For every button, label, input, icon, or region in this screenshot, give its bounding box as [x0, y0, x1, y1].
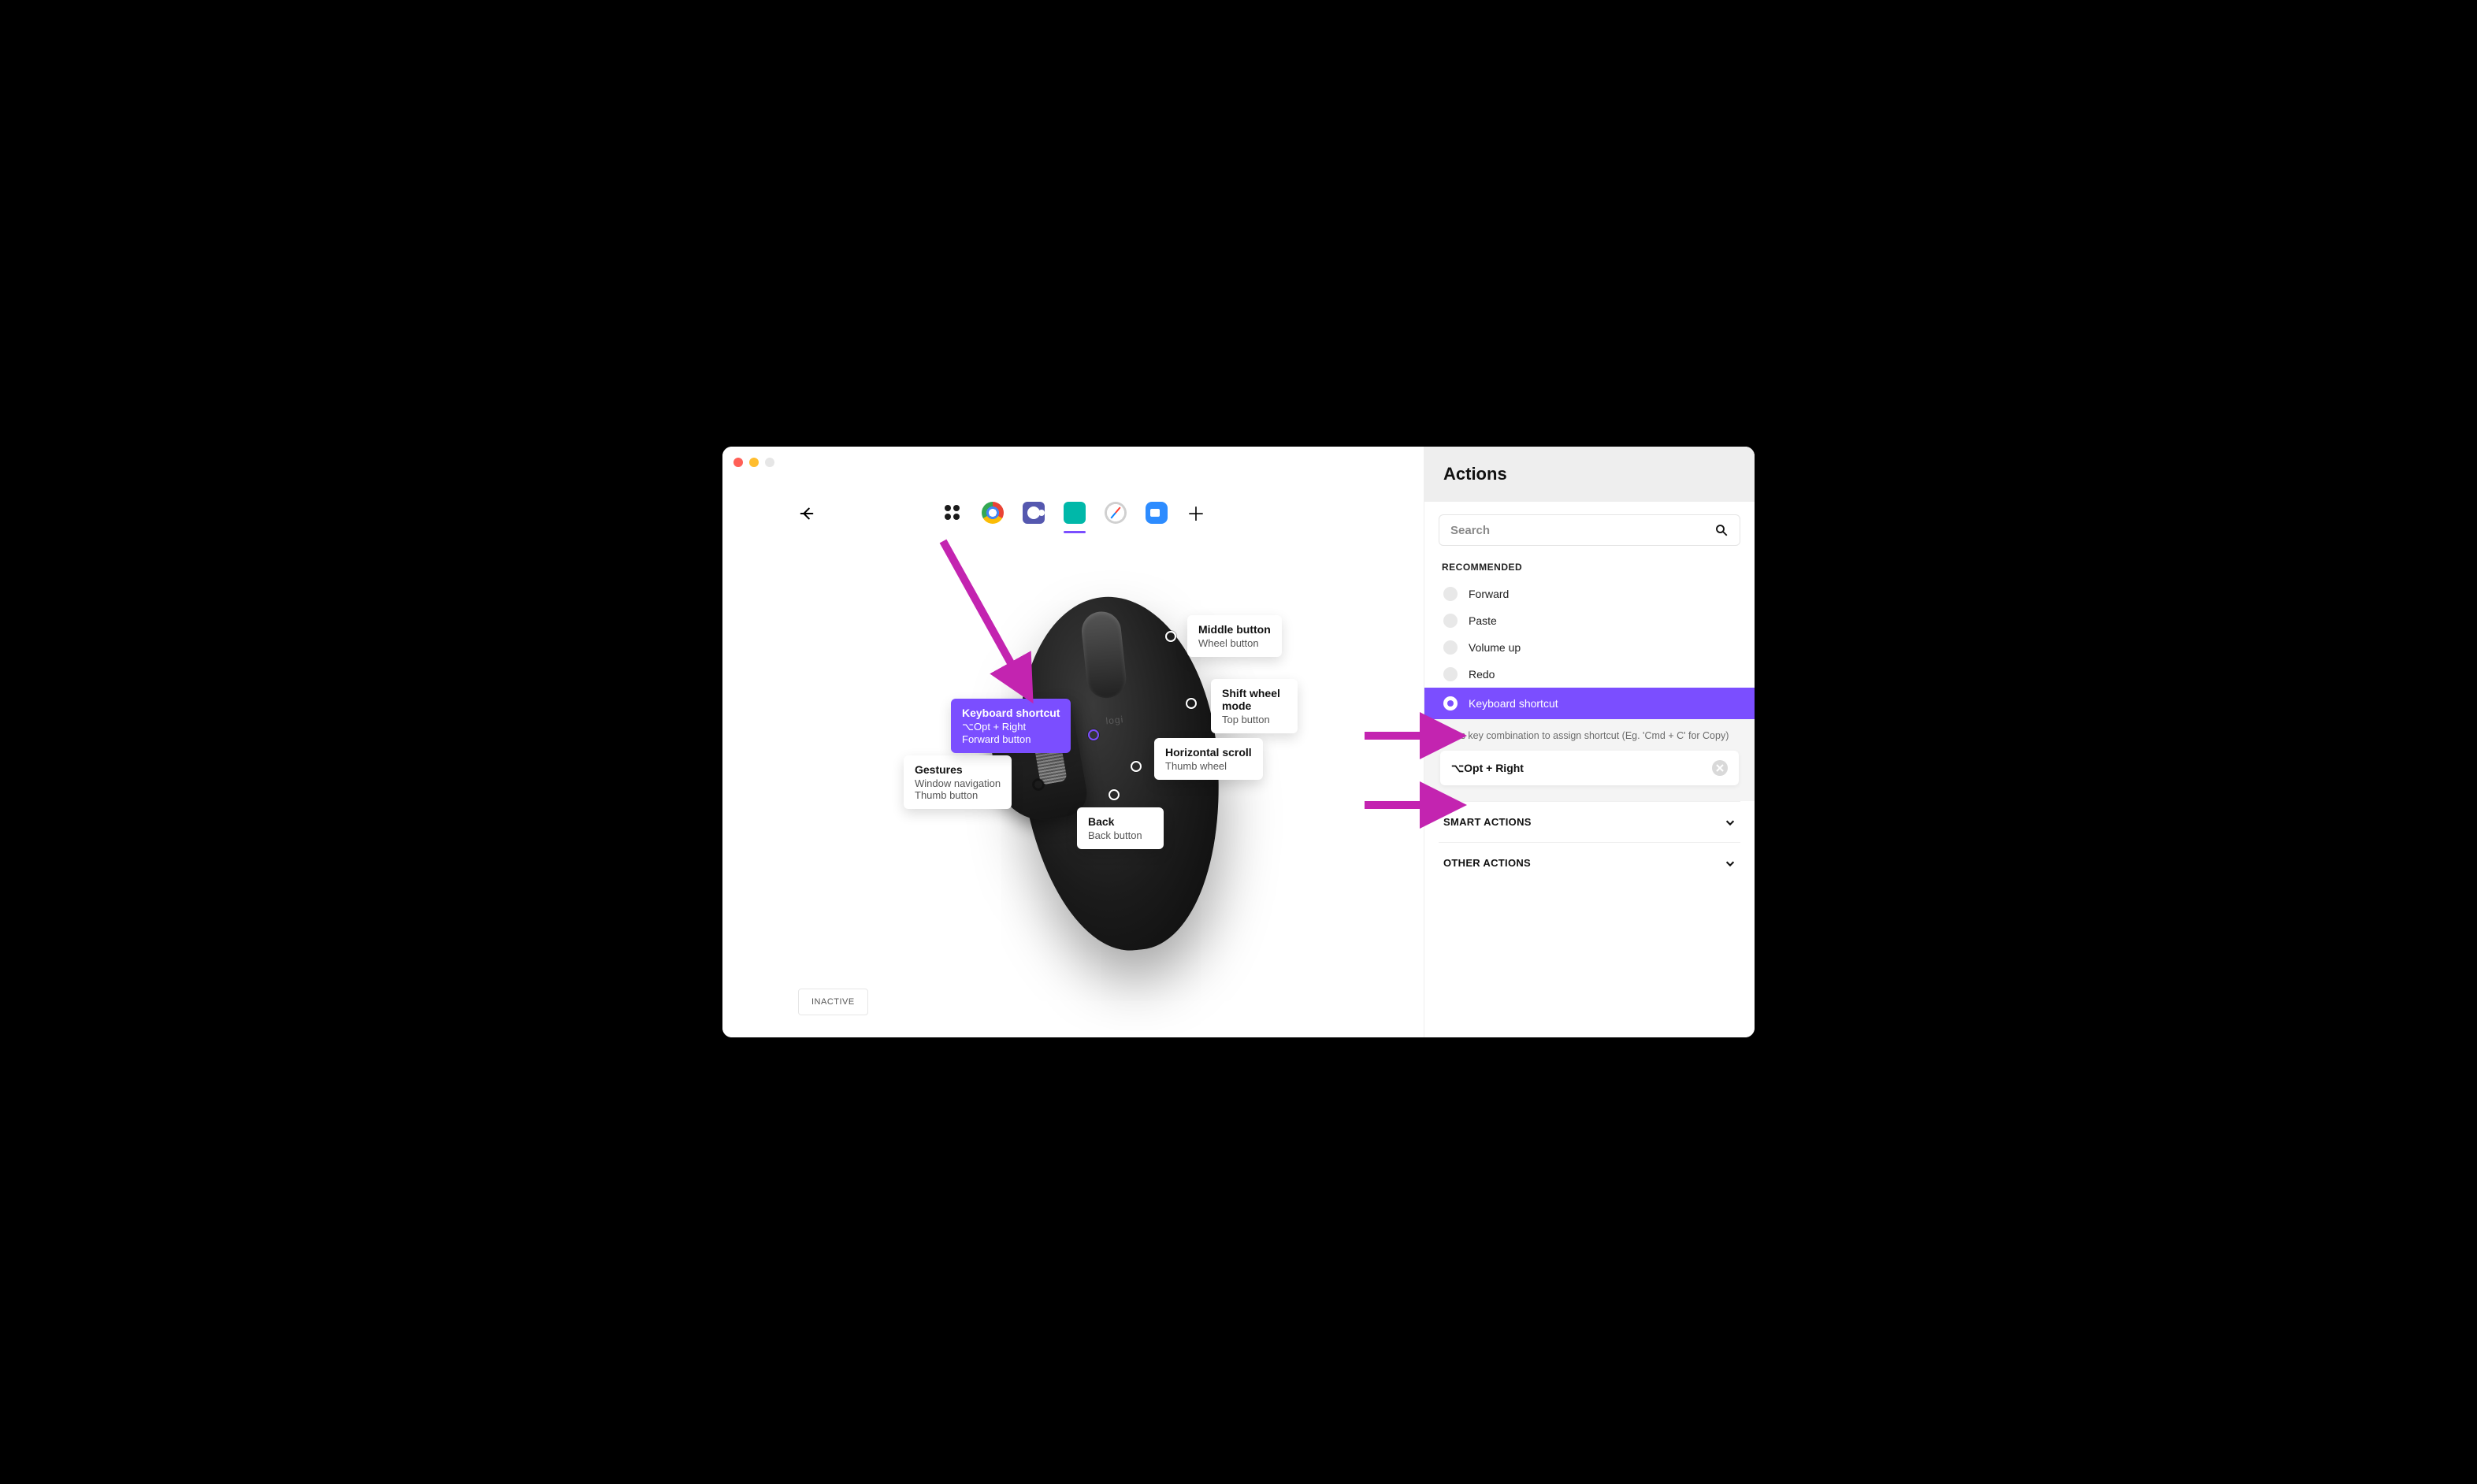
action-label: Keyboard shortcut: [1469, 697, 1558, 710]
label-gestures[interactable]: Gestures Window navigation Thumb button: [904, 755, 1012, 809]
search-input[interactable]: [1450, 524, 1714, 537]
grid-icon: [945, 505, 960, 520]
label-middle-button[interactable]: Middle button Wheel button: [1187, 615, 1282, 657]
label-title: Gestures: [915, 763, 1001, 776]
logi-icon: [1064, 502, 1086, 524]
label-sub: ⌥Opt + Right: [962, 721, 1060, 733]
close-icon: [1716, 764, 1724, 772]
pin-back[interactable]: [1109, 789, 1120, 800]
app-profile-switcher: ＋: [722, 499, 1424, 526]
close-window-button[interactable]: [733, 458, 743, 467]
label-sub2: Forward button: [962, 733, 1060, 745]
teams-icon: [1023, 502, 1045, 524]
sidebar-header: Actions: [1424, 447, 1755, 502]
inactive-button[interactable]: INACTIVE: [798, 989, 868, 1015]
app-teams[interactable]: [1021, 500, 1046, 525]
pin-middle[interactable]: [1165, 631, 1176, 642]
radio-icon: [1443, 696, 1458, 710]
label-forward-button[interactable]: Keyboard shortcut ⌥Opt + Right Forward b…: [951, 699, 1071, 753]
sidebar-body: RECOMMENDED Forward Paste Volume up Redo: [1424, 502, 1755, 1037]
app-chrome[interactable]: [980, 500, 1005, 525]
action-keyboard-shortcut[interactable]: Keyboard shortcut: [1424, 688, 1755, 719]
action-label: Forward: [1469, 588, 1509, 600]
chrome-icon: [982, 502, 1004, 524]
actions-sidebar: Actions RECOMMENDED Forward Paste: [1424, 447, 1755, 1037]
pin-hscroll[interactable]: [1131, 761, 1142, 772]
shortcut-config-panel: Press key combination to assign shortcut…: [1424, 719, 1755, 801]
app-logi[interactable]: [1062, 500, 1087, 525]
add-app-button[interactable]: ＋: [1185, 499, 1207, 526]
smart-actions-section[interactable]: SMART ACTIONS: [1439, 801, 1740, 842]
radio-icon: [1443, 667, 1458, 681]
label-sub: Wheel button: [1198, 637, 1271, 649]
search-icon: [1714, 523, 1729, 537]
app-safari[interactable]: [1103, 500, 1128, 525]
action-label: Redo: [1469, 668, 1495, 681]
action-paste[interactable]: Paste: [1439, 607, 1740, 634]
search-field[interactable]: [1439, 514, 1740, 546]
clear-shortcut-button[interactable]: [1712, 760, 1728, 776]
other-actions-section[interactable]: OTHER ACTIONS: [1439, 842, 1740, 883]
action-label: Paste: [1469, 614, 1497, 627]
pin-gestures[interactable]: [1033, 779, 1044, 790]
app-window: ＋ Middle button Wheel button Shift wheel…: [722, 447, 1755, 1037]
shortcut-input[interactable]: ⌥Opt + Right: [1440, 751, 1739, 785]
action-label: Volume up: [1469, 641, 1521, 654]
app-all-profiles[interactable]: [939, 500, 964, 525]
label-shift-wheel[interactable]: Shift wheel mode Top button: [1211, 679, 1298, 733]
device-config-pane: ＋ Middle button Wheel button Shift wheel…: [722, 447, 1424, 1037]
label-sub: Top button: [1222, 714, 1287, 725]
radio-icon: [1443, 640, 1458, 655]
recommended-list: Forward Paste Volume up Redo Keyboard sh…: [1439, 581, 1740, 801]
label-sub: Window navigation: [915, 777, 1001, 789]
pin-forward[interactable]: [1088, 729, 1099, 740]
label-sub2: Thumb button: [915, 789, 1001, 801]
zoom-icon: [1146, 502, 1168, 524]
zoom-window-button[interactable]: [765, 458, 774, 467]
label-title: Middle button: [1198, 623, 1271, 636]
mouse-illustration: Middle button Wheel button Shift wheel m…: [943, 573, 1290, 974]
sidebar-title: Actions: [1443, 464, 1736, 484]
label-title: Shift wheel mode: [1222, 687, 1287, 712]
section-label: SMART ACTIONS: [1443, 816, 1532, 828]
pin-shift[interactable]: [1186, 698, 1197, 709]
label-sub: Thumb wheel: [1165, 760, 1252, 772]
label-title: Horizontal scroll: [1165, 746, 1252, 759]
shortcut-hint: Press key combination to assign shortcut…: [1440, 730, 1739, 741]
label-title: Back: [1088, 815, 1153, 828]
recommended-header: RECOMMENDED: [1442, 562, 1737, 573]
label-horizontal-scroll[interactable]: Horizontal scroll Thumb wheel: [1154, 738, 1263, 780]
window-controls: [733, 458, 774, 467]
action-volume-up[interactable]: Volume up: [1439, 634, 1740, 661]
label-title: Keyboard shortcut: [962, 707, 1060, 719]
chevron-down-icon: [1725, 817, 1736, 828]
inactive-label: INACTIVE: [811, 997, 855, 1007]
action-forward[interactable]: Forward: [1439, 581, 1740, 607]
app-zoom[interactable]: [1144, 500, 1169, 525]
shortcut-value: ⌥Opt + Right: [1451, 762, 1524, 775]
label-back-button[interactable]: Back Back button: [1077, 807, 1164, 849]
radio-icon: [1443, 614, 1458, 628]
minimize-window-button[interactable]: [749, 458, 759, 467]
label-sub: Back button: [1088, 829, 1153, 841]
radio-icon: [1443, 587, 1458, 601]
section-label: OTHER ACTIONS: [1443, 857, 1531, 869]
chevron-down-icon: [1725, 858, 1736, 869]
action-redo[interactable]: Redo: [1439, 661, 1740, 688]
safari-icon: [1105, 502, 1127, 524]
